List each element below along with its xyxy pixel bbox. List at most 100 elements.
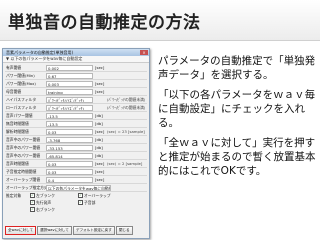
param-unit: [db]	[95, 153, 103, 158]
run-selected-wav-button[interactable]: 選択wavに対して	[37, 226, 72, 235]
param-unit: [sec]	[95, 81, 105, 86]
param-value-field[interactable]: 0.03	[46, 128, 93, 135]
param-note	[105, 144, 147, 151]
param-value-field[interactable]: 0.67	[46, 72, 93, 79]
param-unit: [sec]	[95, 65, 105, 70]
param-row: 無音時間閾値 -13.5 [db]	[5, 120, 147, 128]
param-note	[105, 176, 147, 183]
checkbox-label: 右ブランク	[36, 207, 55, 212]
instruction-paragraph: 「全ｗａｖに対して」実行を押すと推定が始まるので暫く放置基本的にはこれでOKです…	[158, 137, 316, 177]
check-icon[interactable]: ✓	[78, 193, 83, 198]
checkbox-group-label: 推定対象	[6, 193, 22, 198]
param-label: パワー閾値(Max)	[6, 81, 36, 86]
param-value-field[interactable]: -3.768	[46, 136, 93, 143]
param-note: (ﾊﾟﾜｰ/ﾋﾟｯﾁの閾値未満)	[107, 105, 146, 110]
param-value-field[interactable]: 0.002	[46, 64, 93, 71]
overlap-method-select[interactable]: 以下の各パラメータをwav毎に自動推定する	[46, 184, 111, 191]
param-note	[105, 112, 147, 119]
param-value-field[interactable]: -65.814	[46, 152, 93, 159]
param-note	[105, 120, 147, 127]
param-unit: [sec]	[95, 177, 105, 182]
check-icon[interactable]: ✓	[30, 193, 35, 198]
param-label: 有声閾値	[6, 65, 22, 70]
param-unit: [db]	[95, 113, 103, 118]
param-row: 有声閾値 0.002 [sec]	[5, 64, 147, 72]
param-unit	[93, 72, 105, 79]
param-value-field[interactable]: -33.153	[46, 144, 93, 151]
checkbox-right-blank[interactable]: ✓ 右ブランク	[30, 206, 55, 213]
param-note	[105, 136, 147, 143]
checkbox-row: ✓ 先行発声 ✓ 子音部	[5, 199, 147, 206]
param-value-field[interactable]: 0.03	[46, 168, 93, 175]
check-icon[interactable]: ✓	[30, 207, 35, 212]
param-unit	[93, 104, 105, 111]
param-label: 子音推定時間閾値	[6, 169, 37, 174]
instruction-paragraph: 「以下の各パラメータをｗａｖ毎に自動設定」にチェックを入れる。	[158, 89, 316, 129]
checkbox-left-blank[interactable]: ✓ 左ブランク	[30, 192, 78, 199]
param-value-field[interactable]: -13.5	[46, 120, 93, 127]
instruction-text: パラメータの自動推定で「単独発声データ」を選択する。 「以下の各パラメータをｗａ…	[158, 54, 318, 184]
param-unit: [sec]	[95, 169, 105, 174]
close-icon[interactable]: ×	[140, 50, 148, 55]
checkbox-consonant[interactable]: ✓ 子音部	[78, 199, 95, 206]
param-note	[105, 88, 147, 95]
run-all-wav-button[interactable]: 全wavに対して	[5, 226, 37, 235]
param-label: 音声中のパワー閾値	[6, 153, 41, 158]
param-note: (sec) = 2 [sample]	[107, 161, 143, 166]
param-row: 母音閾値 training [sec]	[5, 88, 147, 96]
checkbox-row: ✓ 右ブランク	[5, 206, 147, 213]
param-value-field[interactable]: 0.003	[46, 80, 93, 87]
param-value-field[interactable]: ﾊﾟﾜｰ/ﾋﾟｯﾁ/ﾉｲｽﾞ(ﾋﾟｯﾁ)	[46, 96, 93, 103]
param-unit: [db]	[95, 137, 103, 142]
param-label: 音声時間閾値	[6, 161, 29, 166]
param-unit: [sec]	[95, 129, 105, 134]
dialog-title: 音素パラメータの自動推定(単独音用)	[6, 50, 74, 55]
parameter-grid: 有声閾値 0.002 [sec] パワー閾値(Min) 0.67 パワー閾値(Max)…	[5, 64, 147, 213]
param-unit: [db]	[95, 121, 103, 126]
param-label: パワー閾値(Min)	[6, 73, 35, 78]
param-note	[105, 64, 147, 71]
dialog-option-bar[interactable]: ▼ 以下の各パラメータをwav毎に自動設定	[3, 56, 149, 63]
param-label: オーバーラップ推定方式	[6, 185, 46, 190]
param-value-field[interactable]: training	[46, 88, 93, 95]
param-note: (ﾊﾟﾜｰ/ﾋﾟｯﾁの閾値未満)	[107, 97, 146, 102]
param-label: 無音時間閾値	[6, 121, 29, 126]
param-note: (sec) = 23 [sample]	[107, 129, 145, 134]
param-label: 音声中のパワー閾値	[6, 137, 41, 142]
checkbox-label: 左ブランク	[36, 193, 55, 198]
param-unit: [sec]	[95, 89, 105, 94]
checkbox-preutterance[interactable]: ✓ 先行発声	[30, 199, 78, 206]
param-label: 母音閾値	[6, 89, 22, 94]
instruction-paragraph: パラメータの自動推定で「単独発声データ」を選択する。	[158, 55, 316, 81]
param-row: 子音推定時間閾値 0.03 [sec]	[5, 168, 147, 176]
param-note	[105, 72, 147, 79]
param-label: 音声中のパワー閾値	[6, 145, 41, 150]
slide-title: 単独音の自動推定の方法	[8, 13, 201, 33]
param-row: オーバーラップ閾値 0.4 [sec]	[5, 176, 147, 184]
param-value-field[interactable]: ﾊﾟﾜｰ/ﾋﾟｯﾁ/ﾉｲｽﾞ(ﾋﾟｯﾁ)	[46, 104, 93, 111]
check-icon[interactable]: ✓	[78, 200, 83, 205]
param-note	[105, 168, 147, 175]
param-note	[105, 80, 147, 87]
dialog-button-bar: 全wavに対して 選択wavに対して デフォルト設定に戻す 閉じる	[5, 226, 133, 235]
checkbox-label: 子音部	[84, 200, 96, 205]
checkbox-label: オーバーラップ	[84, 193, 111, 198]
auto-estimate-dialog: 音素パラメータの自動推定(単独音用) × ▼ 以下の各パラメータをwav毎に自動…	[2, 48, 150, 239]
param-unit	[93, 96, 105, 103]
param-row: 音声パワー閾値 -13.5 [db]	[5, 112, 147, 120]
param-row: 音声中のパワー閾値 -33.153 [db]	[5, 144, 147, 152]
param-row: 音声時間閾値 0.03 [sec] (sec) = 2 [sample]	[5, 160, 147, 168]
reset-defaults-button[interactable]: デフォルト設定に戻す	[72, 226, 115, 235]
param-label: ハイパスフィルタ	[6, 97, 37, 102]
checkbox-overlap[interactable]: ✓ オーバーラップ	[78, 192, 111, 199]
param-row: ローパスフィルタ ﾊﾟﾜｰ/ﾋﾟｯﾁ/ﾉｲｽﾞ(ﾋﾟｯﾁ) (ﾊﾟﾜｰ/ﾋﾟｯﾁの閾…	[5, 104, 147, 112]
param-row: パワー閾値(Min) 0.67	[5, 72, 147, 80]
param-value-field[interactable]: 0.03	[46, 160, 93, 167]
param-unit: [sec]	[95, 161, 105, 166]
check-icon[interactable]: ✓	[30, 200, 35, 205]
close-button[interactable]: 閉じる	[115, 226, 133, 235]
param-row: 音声中のパワー閾値 -3.768 [db]	[5, 136, 147, 144]
param-value-field[interactable]: 0.4	[46, 176, 93, 183]
param-value-field[interactable]: -13.5	[46, 112, 93, 119]
param-row: 解析時間閾値 0.03 [sec] (sec) = 23 [sample]	[5, 128, 147, 136]
